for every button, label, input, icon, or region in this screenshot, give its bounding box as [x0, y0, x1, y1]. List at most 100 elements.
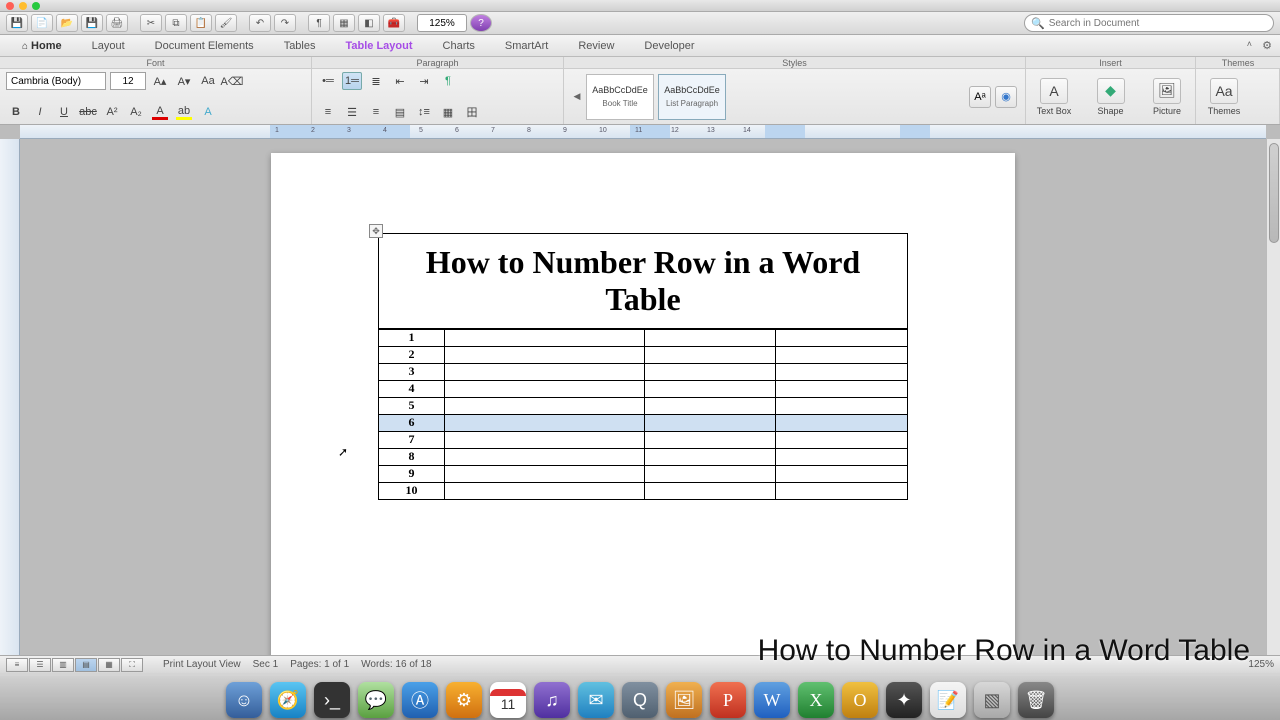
- vertical-ruler[interactable]: [0, 139, 20, 655]
- table-cell[interactable]: [644, 414, 776, 431]
- grow-font-button[interactable]: A▴: [150, 72, 170, 90]
- close-window-icon[interactable]: [6, 2, 14, 10]
- zoom-window-icon[interactable]: [32, 2, 40, 10]
- pilcrow-button[interactable]: ¶: [308, 14, 330, 32]
- italic-button[interactable]: I: [30, 103, 50, 121]
- table-cell[interactable]: [776, 380, 908, 397]
- horizontal-ruler[interactable]: 1234567891011121314: [20, 125, 1266, 139]
- minimize-window-icon[interactable]: [19, 2, 27, 10]
- themes-button[interactable]: AaThemes: [1202, 78, 1246, 116]
- tab-tables[interactable]: Tables: [276, 36, 324, 56]
- row-number-cell[interactable]: 8: [379, 448, 445, 465]
- dock-generic-icon[interactable]: ▧: [974, 682, 1010, 718]
- table-cell[interactable]: [444, 397, 644, 414]
- style-list-paragraph[interactable]: AaBbCcDdEe List Paragraph: [658, 74, 726, 120]
- dock-imovie-icon[interactable]: ✦: [886, 682, 922, 718]
- underline-button[interactable]: U: [54, 103, 74, 121]
- table-cell[interactable]: [776, 346, 908, 363]
- change-case-button[interactable]: Aa: [198, 72, 218, 90]
- row-number-cell[interactable]: 4: [379, 380, 445, 397]
- table-cell[interactable]: [444, 329, 644, 346]
- row-number-cell[interactable]: 3: [379, 363, 445, 380]
- table-row[interactable]: 10: [379, 482, 908, 499]
- dock-messages-icon[interactable]: 💬: [358, 682, 394, 718]
- table-row[interactable]: 6: [379, 414, 908, 431]
- save-as-button[interactable]: 💾: [81, 14, 103, 32]
- dock-textedit-icon[interactable]: 📝: [930, 682, 966, 718]
- table-cell[interactable]: [776, 448, 908, 465]
- search-box[interactable]: 🔍: [1024, 14, 1274, 32]
- table-cell[interactable]: [776, 329, 908, 346]
- table-cell[interactable]: [776, 465, 908, 482]
- table-cell[interactable]: [776, 363, 908, 380]
- ribbon-settings-icon[interactable]: ⚙: [1262, 39, 1272, 52]
- insert-picture-button[interactable]: 🖼Picture: [1145, 78, 1189, 116]
- tab-home[interactable]: ⌂Home: [14, 36, 70, 56]
- styles-manager-button[interactable]: ◉: [995, 86, 1017, 108]
- font-color-button[interactable]: A: [150, 103, 170, 121]
- toolbox-button[interactable]: 🧰: [383, 14, 405, 32]
- status-words[interactable]: Words: 16 of 18: [361, 659, 431, 670]
- new-doc-button[interactable]: 📄: [31, 14, 53, 32]
- highlight-button[interactable]: ab: [174, 103, 194, 121]
- table-cell[interactable]: [644, 431, 776, 448]
- style-book-title[interactable]: AaBbCcDdEe Book Title: [586, 74, 654, 120]
- cut-button[interactable]: ✂: [140, 14, 162, 32]
- table-cell[interactable]: [644, 380, 776, 397]
- tab-table-layout[interactable]: Table Layout: [337, 36, 420, 56]
- table-title-cell[interactable]: How to Number Row in a Word Table: [378, 233, 908, 329]
- dock-mail-icon[interactable]: ✉: [578, 682, 614, 718]
- dock-word-icon[interactable]: W: [754, 682, 790, 718]
- multilevel-list-button[interactable]: ≣: [366, 72, 386, 90]
- gallery-button[interactable]: ▦: [333, 14, 355, 32]
- tab-charts[interactable]: Charts: [435, 36, 483, 56]
- row-number-cell[interactable]: 9: [379, 465, 445, 482]
- dock-itunes-icon[interactable]: ♫: [534, 682, 570, 718]
- dock-system-icon[interactable]: ⚙: [446, 682, 482, 718]
- search-input[interactable]: [1049, 18, 1267, 29]
- view-outline-button[interactable]: ☰: [29, 658, 51, 672]
- row-number-cell[interactable]: 10: [379, 482, 445, 499]
- dock-terminal-icon[interactable]: ›_: [314, 682, 350, 718]
- tab-review[interactable]: Review: [570, 36, 622, 56]
- justify-button[interactable]: ▤: [390, 103, 410, 121]
- view-fullscreen-button[interactable]: ⛶: [121, 658, 143, 672]
- status-pages[interactable]: Pages: 1 of 1: [290, 659, 349, 670]
- table-cell[interactable]: [444, 465, 644, 482]
- table-move-handle-icon[interactable]: ✥: [369, 224, 383, 238]
- table-row[interactable]: 8: [379, 448, 908, 465]
- tab-layout[interactable]: Layout: [84, 36, 133, 56]
- table-cell[interactable]: [644, 329, 776, 346]
- styles-pane-button[interactable]: Aᵃ: [969, 86, 991, 108]
- table-cell[interactable]: [644, 346, 776, 363]
- dock-excel-icon[interactable]: X: [798, 682, 834, 718]
- table-cell[interactable]: [644, 397, 776, 414]
- dock-quicktime-icon[interactable]: Q: [622, 682, 658, 718]
- table-cell[interactable]: [644, 482, 776, 499]
- numbered-table[interactable]: 12345678910: [378, 329, 908, 500]
- sidebar-button[interactable]: ◧: [358, 14, 380, 32]
- view-publishing-button[interactable]: ▥: [52, 658, 74, 672]
- table-cell[interactable]: [444, 482, 644, 499]
- table-row[interactable]: 1: [379, 329, 908, 346]
- shrink-font-button[interactable]: A▾: [174, 72, 194, 90]
- document-canvas[interactable]: ✥ How to Number Row in a Word Table 1234…: [20, 139, 1266, 655]
- superscript-button[interactable]: A²: [102, 103, 122, 121]
- table-cell[interactable]: [776, 431, 908, 448]
- table-row[interactable]: 7: [379, 431, 908, 448]
- styles-prev-button[interactable]: ◀: [570, 91, 584, 102]
- table-row[interactable]: 9: [379, 465, 908, 482]
- undo-button[interactable]: ↶: [249, 14, 271, 32]
- view-print-layout-button[interactable]: ▤: [75, 658, 97, 672]
- borders-button[interactable]: 田: [462, 103, 482, 121]
- dock-safari-icon[interactable]: 🧭: [270, 682, 306, 718]
- increase-indent-button[interactable]: ⇥: [414, 72, 434, 90]
- table-cell[interactable]: [444, 448, 644, 465]
- align-center-button[interactable]: ☰: [342, 103, 362, 121]
- row-number-cell[interactable]: 1: [379, 329, 445, 346]
- text-effects-button[interactable]: A: [198, 103, 218, 121]
- status-zoom[interactable]: 125%: [1248, 659, 1274, 670]
- table-row[interactable]: 3: [379, 363, 908, 380]
- redo-button[interactable]: ↷: [274, 14, 296, 32]
- font-name-select[interactable]: Cambria (Body): [6, 72, 106, 90]
